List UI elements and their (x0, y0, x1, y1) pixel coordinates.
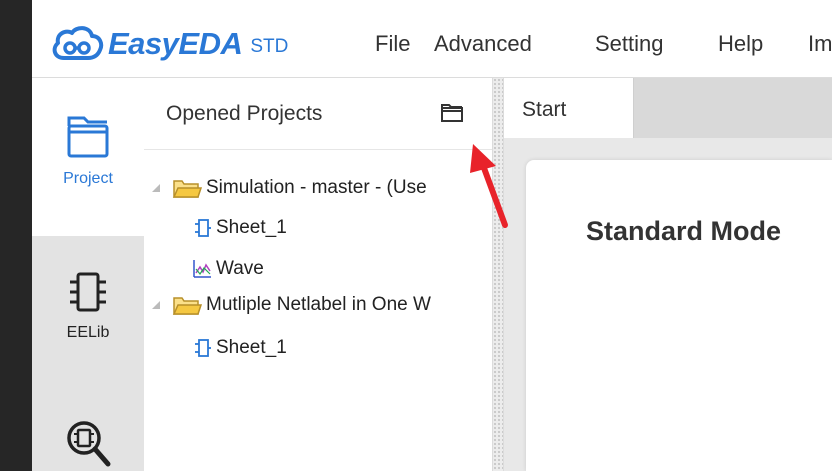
left-navigation-bar: Project EELib (32, 78, 144, 471)
tree-item-waveform[interactable]: Wave (192, 252, 264, 286)
nav-component-search[interactable] (32, 418, 144, 471)
expanded-triangle-icon[interactable] (150, 299, 162, 311)
window-edge (0, 0, 32, 471)
schematic-icon (195, 219, 211, 237)
tree-item-label: Simulation - master - (Use (206, 177, 427, 198)
tree-item-label: Sheet_1 (216, 217, 287, 238)
menu-bar: EasyEDA STD File Advanced Setting Help I… (32, 0, 832, 78)
start-card-title: Standard Mode (586, 216, 782, 246)
project-folder-icon (67, 116, 109, 158)
start-page-card: Standard Mode (526, 160, 832, 471)
tree-item-schematic[interactable]: Sheet_1 (194, 331, 287, 365)
folder-icon (172, 297, 202, 315)
main-area: Start Standard Mode (504, 78, 832, 471)
panel-title: Opened Projects (166, 102, 323, 125)
panel-splitter[interactable] (492, 78, 504, 471)
cloud-logo-icon (52, 26, 104, 60)
tree-item-project[interactable]: Mutliple Netlabel in One W (150, 288, 431, 322)
panel-header: Opened Projects (144, 78, 492, 150)
logo-text: EasyEDA (108, 26, 243, 61)
app-logo[interactable]: EasyEDA STD (50, 22, 288, 66)
chip-search-icon (67, 421, 111, 467)
tree-item-label: Sheet_1 (216, 337, 287, 358)
tab-start[interactable]: Start (504, 78, 634, 138)
tab-strip (634, 78, 832, 138)
nav-eelib-label: EELib (66, 324, 110, 341)
menu-setting[interactable]: Setting (595, 31, 664, 57)
menu-file[interactable]: File (375, 31, 410, 57)
waveform-icon (193, 260, 211, 278)
folder-icon (172, 180, 202, 198)
open-folder-icon[interactable] (440, 103, 464, 123)
logo-edition: STD (250, 36, 289, 57)
tree-item-label: Mutliple Netlabel in One W (206, 294, 431, 315)
tree-item-schematic[interactable]: Sheet_1 (194, 211, 287, 245)
menu-advanced[interactable]: Advanced (434, 31, 532, 57)
nav-project[interactable]: Project (32, 108, 144, 188)
menu-help[interactable]: Help (718, 31, 763, 57)
nav-eelib[interactable]: EELib (32, 268, 144, 342)
nav-project-label: Project (63, 170, 113, 187)
expanded-triangle-icon[interactable] (150, 182, 162, 194)
schematic-icon (195, 339, 211, 357)
menu-import[interactable]: Im (808, 31, 832, 57)
chip-icon (70, 272, 106, 312)
tab-start-label: Start (522, 98, 567, 121)
tree-item-project[interactable]: Simulation - master - (Use (150, 171, 427, 205)
tree-item-label: Wave (216, 258, 264, 279)
opened-projects-panel: Opened Projects Simulation - master - (U… (144, 78, 492, 471)
